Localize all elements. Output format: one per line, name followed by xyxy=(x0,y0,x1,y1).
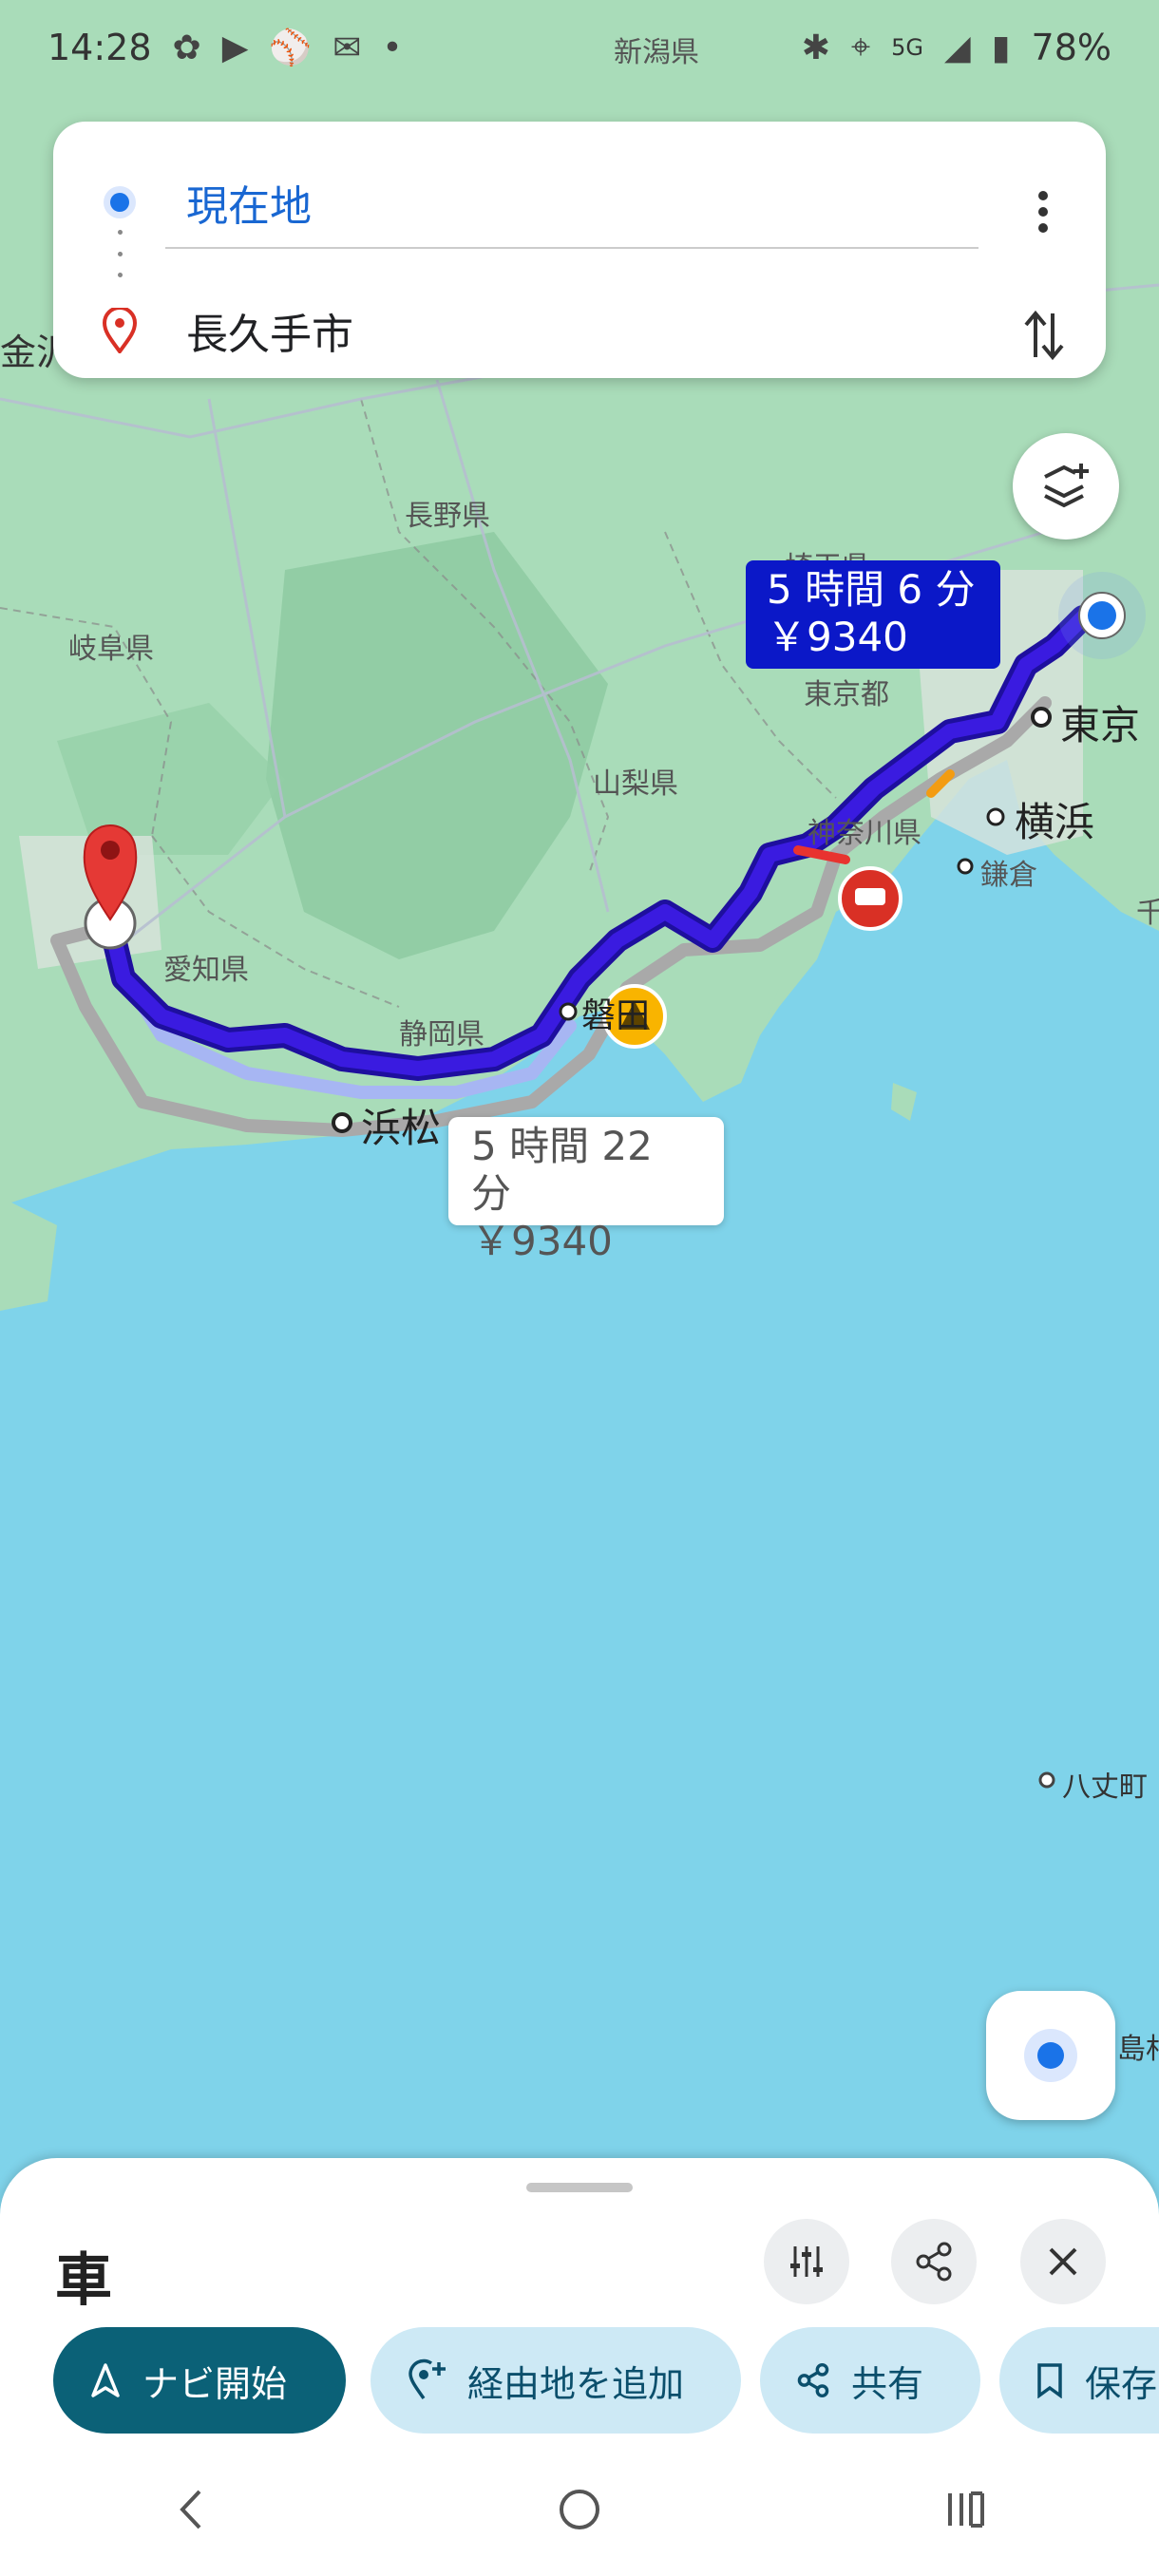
route-label-alternate[interactable]: 5 時間 22 分 ￥9340 xyxy=(448,1117,724,1264)
swap-vert-icon xyxy=(1024,310,1064,361)
battery-percent: 78% xyxy=(1031,27,1112,68)
youtube-icon: ▶ xyxy=(221,28,249,67)
my-location-button[interactable] xyxy=(986,1991,1115,2120)
add-stop-label: 経由地を追加 xyxy=(467,2362,685,2405)
battery-icon: ▮ xyxy=(991,28,1011,67)
back-icon[interactable] xyxy=(169,2486,217,2533)
route-toll: ￥9340 xyxy=(767,614,908,660)
origin-text: 現在地 xyxy=(186,182,312,231)
place-label-hachijo: 八丈町 xyxy=(1062,1771,1148,1804)
share-chip-label: 共有 xyxy=(851,2362,924,2405)
place-label-nagano: 長野県 xyxy=(405,500,490,533)
add-stop-button[interactable]: 経由地を追加 xyxy=(370,2327,741,2434)
route-dots xyxy=(118,230,124,277)
more-vert-icon xyxy=(1038,191,1048,233)
status-time: 14:28 xyxy=(48,27,152,68)
place-label-tokyo: 東京 xyxy=(1060,702,1141,748)
tune-icon xyxy=(790,2246,823,2277)
more-options-button[interactable] xyxy=(1016,160,1070,264)
navigation-arrow-icon xyxy=(91,2363,120,2397)
place-label-island: 島村 xyxy=(1117,2033,1159,2066)
bluetooth-icon: ✱ xyxy=(801,28,830,67)
close-button[interactable] xyxy=(1020,2219,1106,2304)
field-divider xyxy=(165,247,978,249)
start-navigation-button[interactable]: ナビ開始 xyxy=(53,2327,346,2434)
swap-direction-button[interactable] xyxy=(1011,283,1077,388)
status-bar: 14:28 ✿ ▶ ⚾ ✉ • ✱ ⌖ 5G ◢ ▮ 78% xyxy=(0,0,1159,95)
origin-field[interactable]: 現在地 xyxy=(53,150,1106,255)
baseball-icon: ⚾ xyxy=(269,28,313,67)
network-type: 5G xyxy=(891,34,924,61)
place-label-kamakura: 鎌倉 xyxy=(980,859,1037,892)
save-chip-label: 保存 xyxy=(1085,2362,1158,2405)
layers-icon xyxy=(1044,464,1089,508)
origin-dot-icon xyxy=(53,183,186,221)
action-chip-row[interactable]: ナビ開始 経由地を追加 共有 保存 xyxy=(53,2327,1159,2434)
place-label-tokyo-to: 東京都 xyxy=(804,678,889,711)
route-duration: 5 時間 6 分 xyxy=(767,566,976,613)
share-chip[interactable]: 共有 xyxy=(760,2327,980,2434)
my-location-icon xyxy=(1024,2029,1077,2082)
add-location-icon xyxy=(408,2358,446,2400)
place-label-iwata: 磐田 xyxy=(581,996,651,1035)
save-chip[interactable]: 保存 xyxy=(999,2327,1159,2434)
mail-icon: ✉ xyxy=(332,28,362,67)
travel-mode-title: 車 xyxy=(55,2247,112,2314)
close-icon xyxy=(1049,2247,1077,2276)
route-label-primary[interactable]: 5 時間 6 分 ￥9340 xyxy=(746,560,1000,669)
share-icon xyxy=(916,2242,952,2282)
home-icon[interactable] xyxy=(556,2486,603,2533)
map-layers-button[interactable] xyxy=(1013,433,1119,540)
start-navigation-label: ナビ開始 xyxy=(142,2362,288,2405)
notification-app-icon: ✿ xyxy=(172,28,201,67)
system-navigation-bar xyxy=(0,2443,1159,2576)
destination-pin-icon xyxy=(53,308,186,353)
place-label-shizuoka: 静岡県 xyxy=(399,1018,484,1051)
bookmark-icon xyxy=(1037,2363,1062,2398)
place-label-aichi: 愛知県 xyxy=(163,954,249,987)
sheet-drag-handle[interactable] xyxy=(526,2183,633,2192)
place-label-kanagawa: 神奈川県 xyxy=(808,817,922,850)
place-label-gifu: 岐阜県 xyxy=(68,633,154,666)
place-label-chiba: 千 xyxy=(1136,897,1159,930)
route-options-button[interactable] xyxy=(764,2219,849,2304)
place-label-yokohama: 横浜 xyxy=(1015,799,1095,845)
place-label-hamamatsu: 浜松 xyxy=(361,1105,442,1151)
recents-icon[interactable] xyxy=(942,2486,990,2533)
destination-field[interactable]: 長久手市 xyxy=(53,278,1106,383)
location-icon: ⌖ xyxy=(850,28,871,66)
share-button[interactable] xyxy=(891,2219,977,2304)
signal-icon: ◢ xyxy=(944,28,971,67)
share-icon xyxy=(797,2363,829,2397)
place-label-yamanashi: 山梨県 xyxy=(593,767,678,801)
directions-card: 現在地 長久手市 xyxy=(53,122,1106,378)
route-toll: ￥9340 xyxy=(471,1218,613,1264)
route-duration: 5 時間 22 分 xyxy=(471,1123,653,1217)
more-notifications-icon: • xyxy=(382,28,403,67)
destination-text: 長久手市 xyxy=(186,311,353,359)
